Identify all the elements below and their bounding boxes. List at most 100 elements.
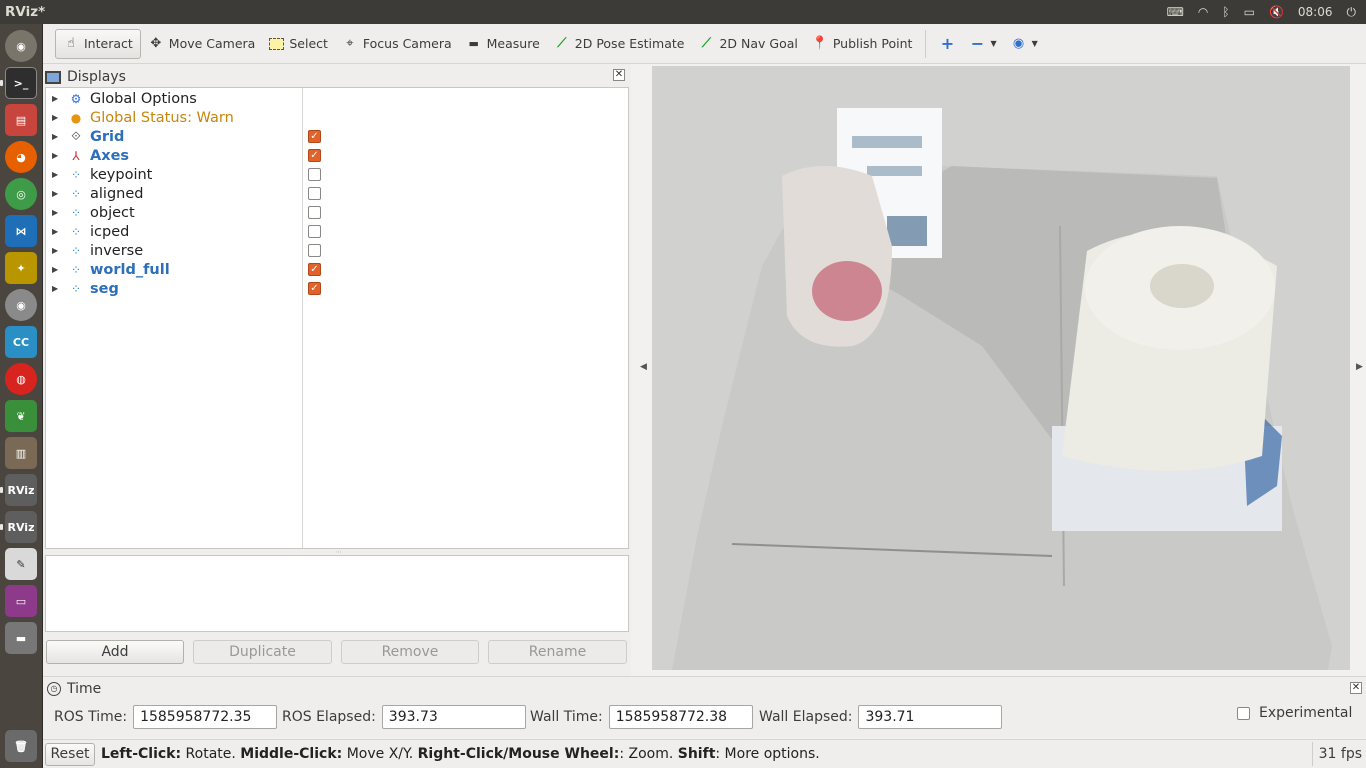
display-enabled-checkbox[interactable] (308, 244, 321, 257)
help-key: Left-Click: (101, 746, 182, 762)
files-icon[interactable]: ▤ (5, 104, 37, 136)
expand-arrow-icon[interactable]: ▶ (52, 151, 62, 160)
text-editor-icon[interactable]: ✎ (5, 548, 37, 580)
trash-icon[interactable]: 🗑 (5, 730, 37, 762)
expand-arrow-icon[interactable]: ▶ (52, 113, 62, 122)
rename-button[interactable]: Rename (488, 640, 627, 664)
display-row[interactable]: ▶ ⁘ world_full ✓ (46, 260, 628, 279)
netease-music-icon[interactable]: ◍ (5, 363, 37, 395)
wifi-icon[interactable]: ◠ (1198, 5, 1208, 19)
display-enabled-checkbox[interactable] (308, 187, 321, 200)
eye-app-icon[interactable]: ◉ (5, 289, 37, 321)
move-camera-label: Move Camera (168, 36, 256, 51)
experimental-checkbox[interactable] (1237, 706, 1250, 720)
interact-tool[interactable]: ☝ Interact (55, 28, 141, 59)
add-button[interactable]: Add (46, 640, 184, 664)
pose-estimate-tool[interactable]: ⟋ 2D Pose Estimate (547, 29, 692, 59)
ros-elapsed-field[interactable] (381, 705, 526, 729)
reset-button[interactable]: Reset (45, 742, 95, 766)
app-icon[interactable]: ✦ (5, 252, 37, 284)
collapse-right-icon[interactable]: ▶ (1356, 362, 1363, 372)
cloudcompare-icon[interactable]: CC (5, 326, 37, 358)
vscode-icon[interactable]: ⋈ (5, 215, 37, 247)
chrome-icon[interactable]: ◎ (5, 178, 37, 210)
battery-icon[interactable]: ▭ (1244, 5, 1255, 19)
focus-camera-tool[interactable]: ⌖ Focus Camera (335, 29, 459, 59)
rviz-icon-2[interactable]: RViz (5, 511, 37, 543)
eye-icon: ◉ (1012, 35, 1025, 51)
displays-header: Displays (45, 67, 630, 87)
collapse-left-icon[interactable]: ◀ (640, 362, 647, 372)
wall-time-label: Wall Time: (530, 709, 603, 725)
expand-arrow-icon[interactable]: ▶ (52, 227, 62, 236)
display-enabled-checkbox[interactable] (308, 168, 321, 181)
remove-tool-button[interactable]: − ▼ (962, 29, 1003, 59)
display-row[interactable]: ▶ ⁘ inverse (46, 241, 628, 260)
power-icon[interactable]: ⏻ (1347, 5, 1357, 20)
chevron-down-icon: ▼ (990, 39, 997, 48)
terminal-icon[interactable]: >_ (5, 67, 37, 99)
display-row[interactable]: ▶ ⁘ aligned (46, 184, 628, 203)
displays-tree: ▶ ⚙ Global Options ▶ ● Global Status: Warn ▶ ⟐ G… (45, 87, 629, 549)
wall-elapsed-field[interactable] (858, 705, 1003, 729)
storage-icon[interactable]: ▬ (5, 622, 37, 654)
expand-arrow-icon[interactable]: ▶ (52, 132, 62, 141)
gear-icon: ⚙ (70, 91, 82, 106)
display-label: Axes (90, 147, 130, 164)
keyboard-icon[interactable]: ⌨ (1167, 5, 1184, 19)
display-enabled-checkbox[interactable]: ✓ (308, 130, 321, 143)
display-row[interactable]: ▶ ⅄ Axes ✓ (46, 146, 628, 165)
volume-muted-icon[interactable]: 🔇 (1269, 5, 1284, 19)
wall-time-field[interactable] (608, 705, 753, 729)
expand-arrow-icon[interactable]: ▶ (52, 265, 62, 274)
display-label: seg (90, 280, 119, 297)
display-row[interactable]: ▶ ⁘ keypoint (46, 165, 628, 184)
display-row[interactable]: ▶ ⚙ Global Options (46, 89, 628, 108)
display-enabled-checkbox[interactable] (308, 206, 321, 219)
evernote-icon[interactable]: ❦ (5, 400, 37, 432)
display-row[interactable]: ▶ ● Global Status: Warn (46, 108, 628, 127)
expand-arrow-icon[interactable]: ▶ (52, 246, 62, 255)
plus-icon: + (940, 33, 955, 53)
display-enabled-checkbox[interactable]: ✓ (308, 263, 321, 276)
focus-crosshair-icon: ⌖ (346, 35, 354, 51)
display-row[interactable]: ▶ ⁘ icped (46, 222, 628, 241)
remove-button[interactable]: Remove (341, 640, 479, 664)
display-row[interactable]: ▶ ⁘ object (46, 203, 628, 222)
ubuntu-dash-icon[interactable]: ◉ (5, 30, 37, 62)
duplicate-button[interactable]: Duplicate (193, 640, 332, 664)
fps-counter: 31 fps (1311, 742, 1366, 766)
expand-arrow-icon[interactable]: ▶ (52, 208, 62, 217)
rviz-icon[interactable]: RViz (5, 474, 37, 506)
display-enabled-checkbox[interactable]: ✓ (308, 282, 321, 295)
expand-arrow-icon[interactable]: ▶ (52, 170, 62, 179)
close-icon[interactable]: ✕ (613, 69, 625, 81)
panels-view-button[interactable]: ◉ ▼ (1004, 29, 1045, 59)
display-enabled-checkbox[interactable]: ✓ (308, 149, 321, 162)
ros-time-field[interactable] (133, 705, 278, 729)
firefox-icon[interactable]: ◕ (5, 141, 37, 173)
display-row[interactable]: ▶ ⟐ Grid ✓ (46, 127, 628, 146)
move-camera-tool[interactable]: ✥ Move Camera (141, 29, 263, 59)
expand-arrow-icon[interactable]: ▶ (52, 189, 62, 198)
publish-point-tool[interactable]: 📍 Publish Point (805, 29, 920, 59)
point-cloud-scene (652, 66, 1350, 670)
book-icon[interactable]: ▥ (5, 437, 37, 469)
help-desc: : Zoom. (619, 746, 678, 762)
window-title: RViz* (5, 4, 46, 20)
display-enabled-checkbox[interactable] (308, 225, 321, 238)
add-tool-button[interactable]: + (932, 29, 962, 59)
window-app-icon[interactable]: ▭ (5, 585, 37, 617)
nav-goal-tool[interactable]: ⟋ 2D Nav Goal (691, 29, 804, 59)
select-tool[interactable]: Select (262, 29, 335, 59)
display-row[interactable]: ▶ ⁘ seg ✓ (46, 279, 628, 298)
bluetooth-icon[interactable]: ᛒ (1222, 5, 1229, 19)
render-3d-view[interactable] (652, 66, 1350, 670)
close-icon[interactable]: ✕ (1350, 682, 1362, 694)
toolbar-separator (925, 29, 927, 58)
clock[interactable]: 08:06 (1298, 5, 1333, 19)
expand-arrow-icon[interactable]: ▶ (52, 94, 62, 103)
splitter-handle[interactable]: ⋯ (335, 548, 342, 556)
measure-tool[interactable]: ▬ Measure (459, 29, 547, 59)
expand-arrow-icon[interactable]: ▶ (52, 284, 62, 293)
